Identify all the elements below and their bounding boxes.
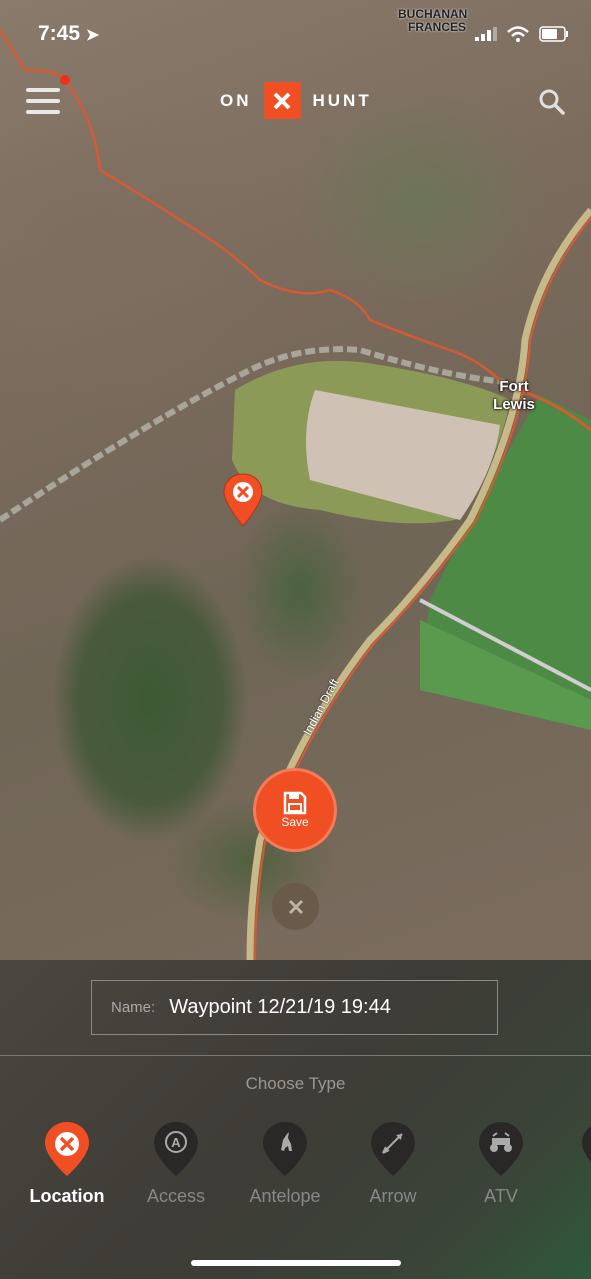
name-value[interactable]: Waypoint 12/21/19 19:44 [169,996,391,1019]
atv-icon [479,1122,523,1176]
type-label-atv: ATV [484,1186,518,1206]
access-icon: A [154,1122,198,1176]
location-x-icon [45,1122,89,1176]
divider [0,1055,591,1056]
close-icon [288,899,303,914]
battery-icon [539,26,568,42]
signal-icon [475,27,497,41]
save-button[interactable]: Save [253,768,337,852]
status-time: 7:45 ➤ [38,22,99,46]
type-next-partial[interactable] [560,1120,591,1178]
type-access[interactable]: A Access [126,1120,226,1207]
logo-text-left: ON [220,90,252,110]
antelope-icon [263,1122,307,1176]
cancel-button[interactable] [272,883,319,930]
logo-x-icon [263,82,301,119]
location-arrow-icon: ➤ [85,27,100,44]
type-antelope[interactable]: Antelope [235,1120,335,1207]
logo-text-right: HUNT [312,90,372,110]
type-label-arrow: Arrow [369,1186,417,1206]
type-label-antelope: Antelope [249,1186,321,1206]
name-label: Name: [111,999,156,1016]
type-location[interactable]: Location [17,1120,117,1207]
type-atv[interactable]: ATV [451,1120,551,1207]
partial-type-icon [582,1126,591,1163]
type-label-location: Location [29,1186,105,1206]
waypoint-sheet: Name: Waypoint 12/21/19 19:44 Choose Typ… [0,960,591,1279]
time-text: 7:45 [38,22,81,45]
home-indicator[interactable] [191,1260,401,1266]
top-bar: ON HUNT [0,74,591,128]
waypoint-pin-icon[interactable] [222,472,264,528]
status-icons [475,26,569,42]
waypoint-name-field[interactable]: Name: Waypoint 12/21/19 19:44 [91,980,498,1035]
hamburger-menu-icon[interactable] [26,88,60,116]
map-corner-label-line2: FRANCES [408,20,467,34]
arrow-icon [371,1122,415,1176]
type-arrow[interactable]: Arrow [343,1120,443,1207]
type-list[interactable]: Location A Access Antelope Arrow ATV [0,1120,591,1220]
search-icon[interactable] [538,88,566,116]
type-label-access: Access [146,1186,206,1206]
onx-logo: ON HUNT [220,82,372,119]
choose-type-heading: Choose Type [245,1074,346,1093]
town-label: Fort Lewis [493,378,535,413]
svg-text:A: A [171,1135,181,1150]
wifi-icon [507,26,529,42]
floppy-disk-icon [283,791,307,815]
save-label: Save [281,815,309,829]
map-corner-label: BUCHANAN FRANCES [398,8,467,34]
